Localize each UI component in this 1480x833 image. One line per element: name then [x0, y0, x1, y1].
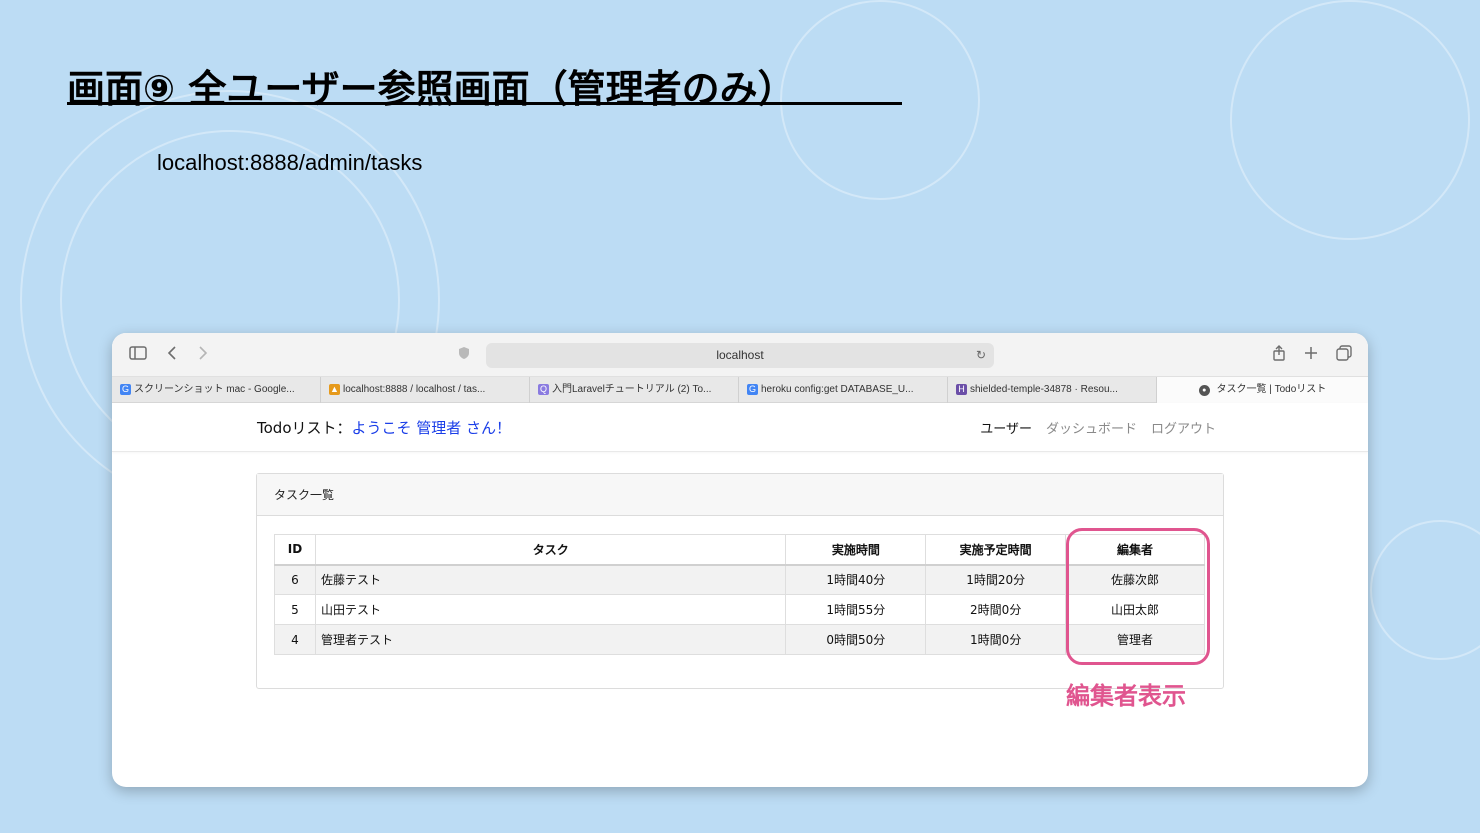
app-brand[interactable]: Todoリスト：ようこそ 管理者 さん！ — [257, 417, 511, 438]
table-row[interactable]: 4 管理者テスト 0時間50分 1時間0分 管理者 — [274, 624, 1205, 655]
address-text: localhost — [716, 348, 764, 362]
cell-id: 5 — [274, 594, 316, 625]
heroku-icon: H — [956, 384, 967, 395]
cell-task: 管理者テスト — [314, 624, 787, 655]
table-row[interactable]: 5 山田テスト 1時間55分 2時間0分 山田太郎 — [274, 594, 1205, 625]
card-title: タスク一覧 — [257, 474, 1223, 516]
column-header-id: ID — [274, 534, 316, 566]
nav-links: ユーザー ダッシュボード ログアウト — [980, 418, 1216, 437]
editor-highlight-label: 編集者表示 — [1066, 682, 1186, 710]
plus-icon[interactable] — [1304, 345, 1318, 365]
cell-duration: 1時間40分 — [785, 564, 927, 595]
browser-tab[interactable]: Q 入門Laravelチュートリアル (2) To... — [530, 377, 739, 403]
shield-icon[interactable] — [458, 345, 470, 365]
cell-id: 6 — [274, 564, 316, 595]
cell-planned: 1時間0分 — [925, 624, 1067, 655]
address-bar[interactable]: localhost ↻ — [486, 343, 994, 368]
browser-tab[interactable]: G heroku config:get DATABASE_U... — [739, 377, 948, 403]
browser-tab[interactable]: ▲ localhost:8888 / localhost / tas... — [321, 377, 530, 403]
share-icon[interactable] — [1272, 345, 1286, 366]
tab-label: localhost:8888 / localhost / tas... — [343, 384, 486, 395]
qiita-icon: Q — [538, 384, 549, 395]
browser-tab-active[interactable]: ● タスク一覧 | Todoリスト — [1157, 377, 1368, 403]
tab-label: heroku config:get DATABASE_U... — [761, 384, 914, 395]
app-navbar: Todoリスト：ようこそ 管理者 さん！ ユーザー ダッシュボード ログアウト — [112, 403, 1368, 452]
browser-tab[interactable]: H shielded-temple-34878 · Resou... — [948, 377, 1157, 403]
slide-url-text: localhost:8888/admin/tasks — [157, 150, 423, 175]
editor-highlight-box — [1066, 528, 1210, 665]
browser-tab[interactable]: G スクリーンショット mac - Google... — [112, 377, 321, 403]
tab-bar: G スクリーンショット mac - Google... ▲ localhost:… — [112, 377, 1368, 403]
tab-label: スクリーンショット mac - Google... — [134, 384, 295, 395]
chevron-right-icon[interactable] — [198, 345, 208, 365]
nav-logout[interactable]: ログアウト — [1151, 418, 1216, 437]
cell-planned: 2時間0分 — [925, 594, 1067, 625]
sidebar-icon[interactable] — [129, 345, 147, 365]
cell-duration: 0時間50分 — [785, 624, 927, 655]
reload-icon[interactable]: ↻ — [976, 343, 986, 368]
tab-label: タスク一覧 | Todoリスト — [1216, 384, 1327, 395]
table-header-row: ID タスク 実施時間 実施予定時間 編集者 — [274, 534, 1205, 566]
google-icon: G — [747, 384, 758, 395]
github-icon: ● — [1198, 385, 1210, 396]
table-row[interactable]: 6 佐藤テスト 1時間40分 1時間20分 佐藤次郎 — [274, 564, 1205, 595]
google-icon: G — [120, 384, 131, 395]
brand-name: Todoリスト： — [257, 419, 352, 437]
cell-duration: 1時間55分 — [785, 594, 927, 625]
cell-task: 佐藤テスト — [314, 564, 787, 595]
tabs-icon[interactable] — [1336, 345, 1352, 366]
tab-label: shielded-temple-34878 · Resou... — [970, 384, 1118, 395]
cell-id: 4 — [274, 624, 316, 655]
tab-label: 入門Laravelチュートリアル (2) To... — [552, 384, 712, 395]
browser-toolbar: localhost ↻ — [112, 333, 1368, 377]
chevron-left-icon[interactable] — [167, 345, 177, 365]
nav-dashboard[interactable]: ダッシュボード — [1046, 418, 1137, 437]
welcome-text: ようこそ 管理者 さん！ — [351, 419, 512, 437]
phpmyadmin-icon: ▲ — [329, 384, 340, 395]
nav-users[interactable]: ユーザー — [980, 418, 1032, 437]
title-underline — [67, 102, 902, 105]
column-header-task: タスク — [314, 534, 787, 566]
cell-task: 山田テスト — [314, 594, 787, 625]
column-header-duration: 実施時間 — [785, 534, 927, 566]
column-header-planned: 実施予定時間 — [925, 534, 1067, 566]
cell-planned: 1時間20分 — [925, 564, 1067, 595]
